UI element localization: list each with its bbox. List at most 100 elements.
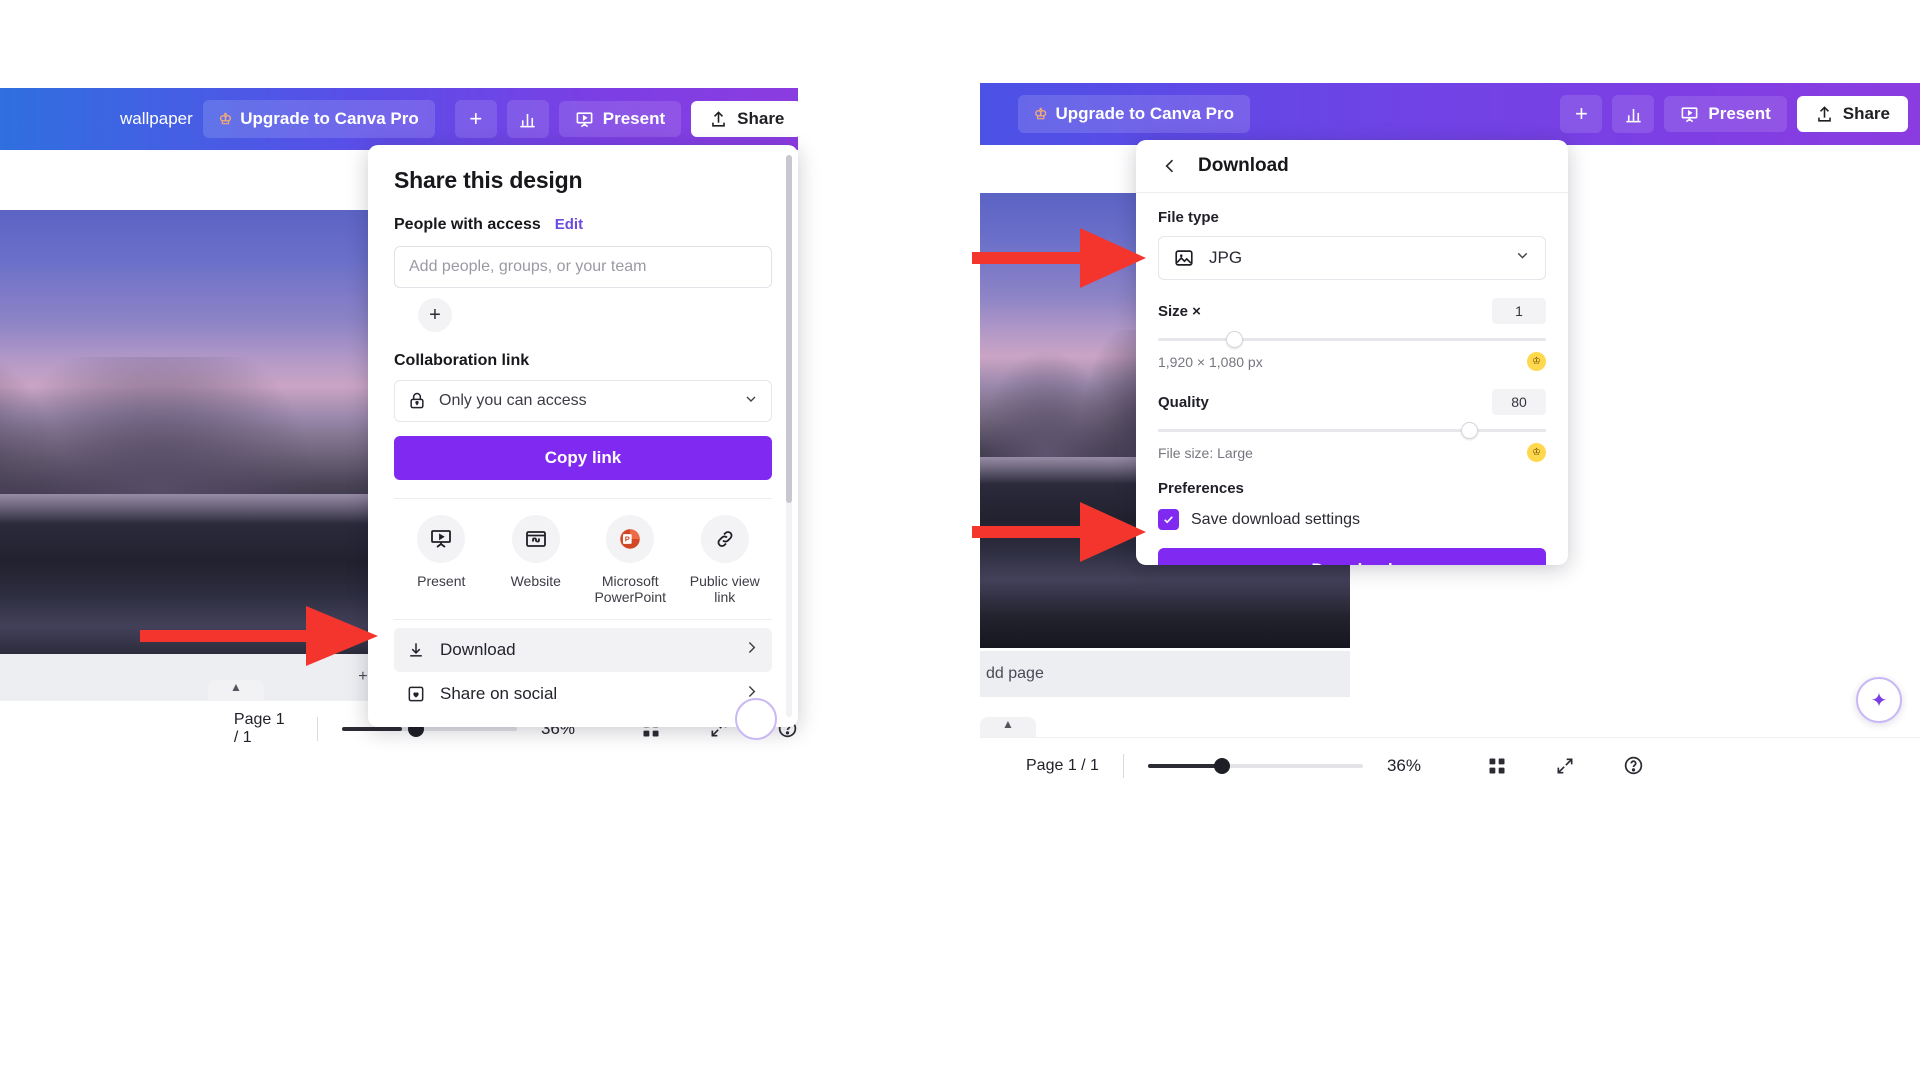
image-file-icon <box>1175 250 1193 266</box>
download-confirm-button[interactable]: Download <box>1158 548 1546 565</box>
size-value-box[interactable]: 1 <box>1492 298 1546 324</box>
zoom-slider[interactable] <box>1147 757 1363 774</box>
people-with-access-header: People with access Edit <box>394 216 772 234</box>
checkmark-icon <box>1164 516 1173 524</box>
lock-icon <box>410 392 424 409</box>
right-collapse-tab[interactable]: ▲ <box>980 717 1036 737</box>
dimensions-label: 1,920 × 1,080 px <box>1158 353 1263 370</box>
arrow-to-file-type <box>970 222 1150 294</box>
copy-link-button[interactable]: Copy link <box>394 436 772 480</box>
social-heart-icon <box>408 686 424 702</box>
chevron-left-icon <box>1165 159 1174 173</box>
crown-badge-icon: ♔ <box>1527 352 1546 371</box>
page-indicator: Page 1 / 1 <box>1026 756 1099 774</box>
back-button[interactable] <box>1160 156 1180 176</box>
svg-text:P: P <box>625 534 630 543</box>
share-app-public-view-link[interactable]: Public view link <box>678 515 773 605</box>
quality-slider[interactable] <box>1158 422 1546 439</box>
quality-label: Quality <box>1158 393 1209 411</box>
quality-value-box[interactable]: 80 <box>1492 389 1546 415</box>
save-settings-checkbox[interactable] <box>1158 509 1179 530</box>
add-page-label: dd page <box>986 665 1044 682</box>
plus-icon: + <box>429 303 441 326</box>
share-option-label: Download <box>440 640 516 660</box>
access-level-select[interactable]: Only you can access <box>394 380 772 422</box>
share-panel-content: Share this design People with access Edi… <box>368 145 798 727</box>
share-app-powerpoint[interactable]: P Microsoft PowerPoint <box>583 515 678 605</box>
file-size-label: File size: Large <box>1158 444 1253 461</box>
share-option-share-on-social[interactable]: Share on social <box>394 672 772 716</box>
access-level-value: Only you can access <box>439 392 587 409</box>
bottombar-divider <box>1122 753 1124 778</box>
zoom-slider-fill <box>1147 763 1222 768</box>
share-this-design-panel: Share this design People with access Edi… <box>368 145 798 727</box>
present-button[interactable]: Present <box>1664 96 1787 132</box>
collaboration-link-label: Collaboration link <box>394 352 530 369</box>
share-button[interactable]: Share <box>691 101 798 137</box>
share-panel-scrollbar[interactable] <box>786 155 792 717</box>
preferences-label: Preferences <box>1158 480 1244 497</box>
share-panel-scrollbar-thumb[interactable] <box>786 155 792 504</box>
file-type-label: File type <box>1158 209 1219 226</box>
page-indicator: Page 1 / 1 <box>233 710 285 746</box>
crown-icon: ♔ <box>1034 105 1048 123</box>
right-add-page-bar[interactable]: dd page <box>980 651 1350 697</box>
share-app-label: Website <box>510 573 561 589</box>
magic-button[interactable]: ✦ <box>1856 677 1902 723</box>
upgrade-to-pro-button[interactable]: ♔ Upgrade to Canva Pro <box>202 100 435 138</box>
present-button[interactable]: Present <box>558 101 682 137</box>
fullscreen-button[interactable] <box>1555 756 1575 776</box>
chevron-down-icon <box>743 391 759 412</box>
share-option-print-with-canva[interactable]: Print with Canva <box>394 716 772 727</box>
help-button[interactable] <box>1623 755 1644 776</box>
add-person-button[interactable]: + <box>418 298 452 332</box>
insights-button[interactable] <box>1612 95 1655 133</box>
upgrade-label: Upgrade to Canva Pro <box>240 109 419 128</box>
left-collapse-tab[interactable]: ▲ <box>208 680 264 700</box>
grid-view-icon <box>1489 758 1505 773</box>
size-slider[interactable] <box>1158 331 1546 348</box>
zoom-slider-knob[interactable] <box>1213 757 1230 774</box>
chevron-up-icon: ▲ <box>1002 717 1014 731</box>
people-with-access-label: People with access <box>394 216 541 233</box>
file-type-select[interactable]: JPG <box>1158 236 1546 280</box>
insights-button[interactable] <box>506 100 549 138</box>
quality-slider-knob[interactable] <box>1461 422 1478 439</box>
edit-access-link[interactable]: Edit <box>555 216 583 233</box>
add-button[interactable]: + <box>1560 95 1603 133</box>
right-bottom-bar: Page 1 / 1 36% <box>980 737 1920 793</box>
present-screen-icon <box>417 515 466 563</box>
bottombar-divider <box>317 716 319 741</box>
share-panel-title: Share this design <box>394 167 583 193</box>
file-size-row: File size: Large ♔ <box>1158 443 1546 462</box>
grid-view-button[interactable] <box>1487 756 1507 776</box>
download-button-label: Download <box>1311 560 1392 565</box>
download-panel: Download File type JPG Size × 1 1,920 × … <box>1136 140 1568 565</box>
save-download-settings-row[interactable]: Save download settings <box>1158 509 1546 530</box>
copy-link-label: Copy link <box>544 448 622 467</box>
upgrade-to-pro-button[interactable]: ♔ Upgrade to Canva Pro <box>1018 95 1250 133</box>
size-label: Size × <box>1158 302 1201 320</box>
size-slider-knob[interactable] <box>1226 331 1243 348</box>
present-screen-icon <box>576 111 593 127</box>
file-type-value: JPG <box>1209 248 1243 267</box>
share-button[interactable]: Share <box>1796 96 1908 132</box>
left-magic-button-partial[interactable] <box>735 698 777 740</box>
zoom-slider[interactable] <box>342 720 517 737</box>
right-top-bar: ♔ Upgrade to Canva Pro + Present Share <box>980 83 1920 145</box>
document-title: wallpaper <box>120 109 193 128</box>
share-app-website[interactable]: Website <box>489 515 584 605</box>
quality-row: Quality 80 <box>1158 389 1546 415</box>
powerpoint-icon: P <box>606 515 655 563</box>
size-row: Size × 1 <box>1158 298 1546 324</box>
expand-icon <box>1557 758 1573 773</box>
download-panel-body: File type JPG Size × 1 1,920 × 1,080 px … <box>1136 193 1568 565</box>
add-people-input[interactable]: Add people, groups, or your team <box>394 246 772 288</box>
share-panel-divider-2 <box>394 619 772 621</box>
help-circle-icon <box>1624 756 1643 775</box>
add-person-row: + <box>394 298 772 332</box>
public-link-icon <box>700 515 749 563</box>
add-button[interactable]: + <box>454 100 497 138</box>
share-option-download[interactable]: Download <box>394 628 772 673</box>
share-app-present[interactable]: Present <box>394 515 489 605</box>
